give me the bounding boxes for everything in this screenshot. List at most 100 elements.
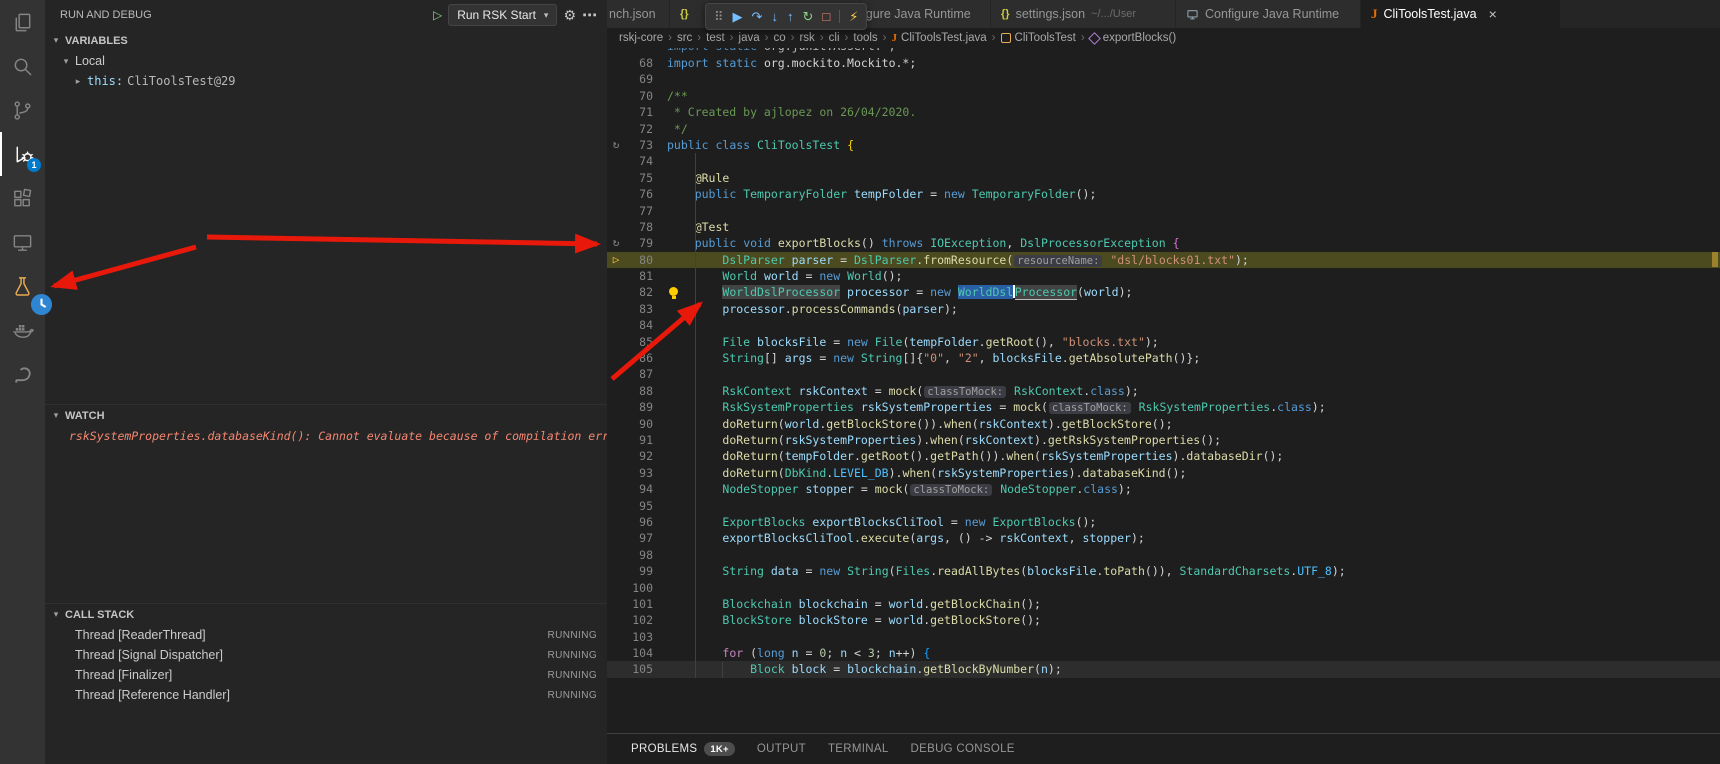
line-number[interactable]: 73 bbox=[625, 137, 653, 153]
line-number[interactable]: 84 bbox=[625, 317, 653, 333]
hot-code-replace-icon[interactable]: ⚡ bbox=[839, 10, 858, 23]
glyph-margin[interactable] bbox=[607, 284, 625, 300]
glyph-margin[interactable] bbox=[607, 547, 625, 563]
line-number[interactable]: 86 bbox=[625, 350, 653, 366]
glyph-margin[interactable] bbox=[607, 170, 625, 186]
glyph-margin[interactable] bbox=[607, 645, 625, 661]
line-number[interactable]: 102 bbox=[625, 612, 653, 628]
breadcrumb-item-exportblocks-[interactable]: exportBlocks() bbox=[1090, 32, 1177, 44]
variables-header[interactable]: ▾ VARIABLES bbox=[45, 30, 607, 51]
glyph-margin[interactable] bbox=[607, 383, 625, 399]
glyph-margin[interactable] bbox=[607, 530, 625, 546]
glyph-margin[interactable] bbox=[607, 481, 625, 497]
line-number[interactable]: 99 bbox=[625, 563, 653, 579]
call-stack-thread[interactable]: Thread [ReaderThread]RUNNING bbox=[45, 625, 607, 645]
glyph-margin[interactable] bbox=[607, 596, 625, 612]
line-number[interactable]: 72 bbox=[625, 121, 653, 137]
debug-config-dropdown[interactable]: Run RSK Start ▾ bbox=[448, 4, 557, 26]
tab-configure-java-runtime[interactable]: Configure Java Runtime bbox=[1176, 0, 1361, 28]
line-number[interactable]: 105 bbox=[625, 661, 653, 677]
step-into-icon[interactable]: ↓ bbox=[771, 10, 778, 23]
breadcrumb-item-java[interactable]: java bbox=[739, 32, 760, 44]
breadcrumb-item-clitoolstest[interactable]: CliToolsTest bbox=[1001, 32, 1076, 44]
activity-docker[interactable] bbox=[0, 308, 45, 352]
line-number[interactable]: 96 bbox=[625, 514, 653, 530]
glyph-margin[interactable] bbox=[607, 334, 625, 350]
line-number[interactable]: 80 bbox=[625, 252, 653, 268]
test-run-icon[interactable]: ↻ bbox=[607, 235, 625, 251]
test-run-icon[interactable]: ↻ bbox=[607, 137, 625, 153]
debug-current-line-icon[interactable]: ▷ bbox=[607, 252, 625, 268]
line-number[interactable]: 74 bbox=[625, 153, 653, 169]
line-number[interactable]: 98 bbox=[625, 547, 653, 563]
line-number[interactable]: 97 bbox=[625, 530, 653, 546]
start-debug-icon[interactable]: ▷ bbox=[433, 8, 442, 22]
line-number[interactable]: 92 bbox=[625, 448, 653, 464]
glyph-margin[interactable] bbox=[607, 416, 625, 432]
glyph-margin[interactable] bbox=[607, 366, 625, 382]
glyph-margin[interactable] bbox=[607, 514, 625, 530]
glyph-margin[interactable] bbox=[607, 661, 625, 677]
glyph-margin[interactable] bbox=[607, 71, 625, 87]
activity-source-control[interactable] bbox=[0, 88, 45, 132]
glyph-margin[interactable] bbox=[607, 465, 625, 481]
line-number[interactable]: 91 bbox=[625, 432, 653, 448]
line-number[interactable]: 101 bbox=[625, 596, 653, 612]
watch-header[interactable]: ▾ WATCH bbox=[45, 404, 607, 426]
glyph-margin[interactable] bbox=[607, 219, 625, 235]
glyph-margin[interactable] bbox=[607, 153, 625, 169]
glyph-margin[interactable] bbox=[607, 580, 625, 596]
call-stack-header[interactable]: ▾ CALL STACK bbox=[45, 603, 607, 625]
line-number[interactable]: 94 bbox=[625, 481, 653, 497]
line-number[interactable]: 90 bbox=[625, 416, 653, 432]
activity-explorer[interactable] bbox=[0, 0, 45, 44]
panel-tab-debug-console[interactable]: DEBUG CONSOLE bbox=[911, 743, 1015, 755]
tab-igure-java-runtime[interactable]: igure Java Runtime bbox=[861, 0, 991, 28]
step-over-icon[interactable]: ↷ bbox=[752, 10, 763, 23]
line-number[interactable]: 76 bbox=[625, 186, 653, 202]
activity-extensions[interactable] bbox=[0, 176, 45, 220]
glyph-margin[interactable] bbox=[607, 104, 625, 120]
activity-testing[interactable] bbox=[0, 264, 45, 308]
line-number[interactable]: 75 bbox=[625, 170, 653, 186]
breadcrumb-item-cli[interactable]: cli bbox=[829, 32, 840, 44]
glyph-margin[interactable] bbox=[607, 55, 625, 71]
tab-settings-json[interactable]: {}settings.json~/.../User bbox=[991, 0, 1176, 28]
code-editor[interactable]: import static org.junit.Assert.*;68impor… bbox=[607, 48, 1720, 733]
breadcrumb-item-clitoolstest-java[interactable]: JCliToolsTest.java bbox=[892, 32, 987, 44]
line-number[interactable]: 88 bbox=[625, 383, 653, 399]
breadcrumb-item-tools[interactable]: tools bbox=[853, 32, 877, 44]
breadcrumb-item-co[interactable]: co bbox=[773, 32, 785, 44]
activity-gradle[interactable] bbox=[0, 352, 45, 396]
line-number[interactable]: 68 bbox=[625, 55, 653, 71]
breadcrumb-item-rskj-core[interactable]: rskj-core bbox=[619, 32, 663, 44]
glyph-margin[interactable] bbox=[607, 563, 625, 579]
glyph-margin[interactable] bbox=[607, 350, 625, 366]
line-number[interactable]: 83 bbox=[625, 301, 653, 317]
glyph-margin[interactable] bbox=[607, 268, 625, 284]
glyph-margin[interactable] bbox=[607, 88, 625, 104]
continue-icon[interactable]: ▶ bbox=[733, 10, 743, 23]
drag-handle-icon[interactable]: ⠿ bbox=[714, 10, 724, 23]
tab-clitoolstest-java[interactable]: JCliToolsTest.java× bbox=[1361, 0, 1561, 28]
watch-expression[interactable]: rskSystemProperties.databaseKind(): Cann… bbox=[45, 426, 607, 446]
gear-icon[interactable]: ⚙ bbox=[563, 7, 576, 24]
line-number[interactable]: 85 bbox=[625, 334, 653, 350]
line-number[interactable]: 81 bbox=[625, 268, 653, 284]
line-number[interactable]: 93 bbox=[625, 465, 653, 481]
call-stack-thread[interactable]: Thread [Reference Handler]RUNNING bbox=[45, 685, 607, 705]
panel-tab-problems[interactable]: PROBLEMS1K+ bbox=[631, 742, 735, 756]
glyph-margin[interactable] bbox=[607, 432, 625, 448]
stop-icon[interactable]: □ bbox=[822, 10, 830, 23]
line-number[interactable]: 71 bbox=[625, 104, 653, 120]
glyph-margin[interactable] bbox=[607, 121, 625, 137]
call-stack-thread[interactable]: Thread [Signal Dispatcher]RUNNING bbox=[45, 645, 607, 665]
tab-nch-json[interactable]: nch.json bbox=[607, 0, 670, 28]
scope-local[interactable]: ▾ Local bbox=[45, 51, 607, 71]
close-icon[interactable]: × bbox=[1489, 7, 1497, 21]
breadcrumb-item-src[interactable]: src bbox=[677, 32, 692, 44]
line-number[interactable]: 82 bbox=[625, 284, 653, 300]
breadcrumb-item-rsk[interactable]: rsk bbox=[799, 32, 814, 44]
panel-tab-output[interactable]: OUTPUT bbox=[757, 743, 806, 755]
activity-remote-explorer[interactable] bbox=[0, 220, 45, 264]
